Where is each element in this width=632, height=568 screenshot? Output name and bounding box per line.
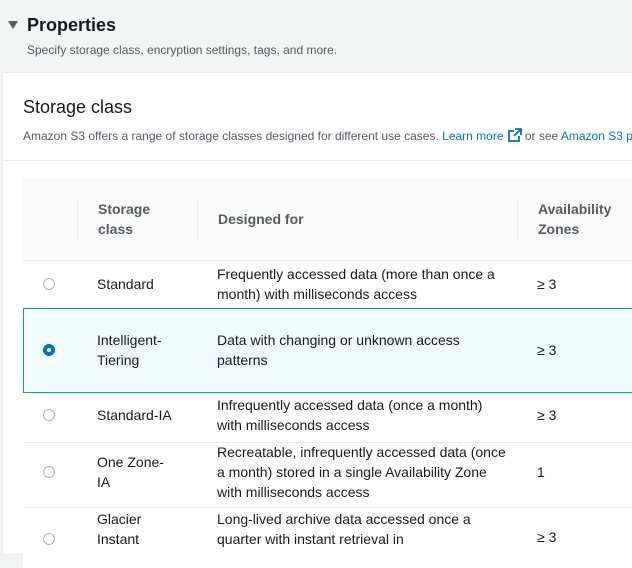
designed-for-cell: Infrequently accessed data (once a month… [217, 397, 483, 433]
availability-zones-cell: ≥ 3 [537, 407, 557, 423]
learn-more-link[interactable]: Learn more [442, 129, 503, 143]
availability-zones-cell: ≥ 3 [537, 529, 557, 545]
column-separator [197, 198, 198, 240]
storage-class-panel: Storage class Amazon S3 offers a range o… [2, 72, 632, 568]
external-link-icon[interactable] [507, 128, 522, 142]
divider [3, 160, 632, 161]
designed-for-cell: Data with changing or unknown access pat… [217, 332, 460, 368]
radio-standard-ia[interactable] [43, 409, 55, 421]
caret-down-icon[interactable] [8, 21, 18, 29]
table-row[interactable]: Standard-IA Infrequently accessed data (… [23, 394, 632, 443]
storage-class-cell: Glacier Instant [97, 511, 142, 547]
section-title: Properties [27, 15, 117, 35]
panel-title: Storage class [23, 97, 133, 117]
table-row[interactable]: One Zone-IA Recreatable, infrequently ac… [23, 443, 632, 508]
pricing-link[interactable]: Amazon S3 p [561, 129, 632, 143]
table-row[interactable]: Standard Frequently accessed data (more … [23, 261, 632, 308]
panel-description-text: Amazon S3 offers a range of storage clas… [23, 129, 443, 143]
radio-intelligent-tiering[interactable] [43, 344, 55, 356]
availability-zones-cell: 1 [537, 464, 545, 480]
or-see-text: or see [521, 129, 561, 143]
radio-standard[interactable] [43, 278, 55, 290]
panel-description: Amazon S3 offers a range of storage clas… [23, 128, 632, 143]
storage-class-cell: Standard [97, 276, 154, 292]
table-header: Storage class Designed for Availability … [23, 178, 632, 261]
availability-zones-cell: ≥ 3 [537, 342, 557, 358]
column-separator [77, 198, 78, 240]
radio-one-zone-ia[interactable] [43, 466, 55, 478]
header-storage-class: Storage class [98, 201, 151, 237]
table-row[interactable]: Glacier Instant Long-lived archive data … [23, 508, 632, 568]
availability-zones-cell: ≥ 3 [537, 276, 557, 292]
table-row-selected[interactable]: Intelligent-Tiering Data with changing o… [23, 308, 632, 393]
storage-class-cell: Intelligent-Tiering [97, 332, 162, 368]
designed-for-cell: Frequently accessed data (more than once… [217, 266, 495, 302]
designed-for-cell: Long-lived archive data accessed once a … [217, 511, 471, 547]
storage-class-cell: One Zone-IA [97, 454, 164, 490]
header-designed-for: Designed for [218, 211, 304, 227]
designed-for-cell: Recreatable, infrequently accessed data … [217, 444, 506, 500]
properties-section-header[interactable]: Properties Specify storage class, encryp… [0, 0, 632, 72]
header-availability-zones: Availability Zones [538, 201, 612, 237]
radio-glacier-instant[interactable] [43, 533, 55, 545]
storage-class-cell: Standard-IA [97, 407, 172, 423]
column-separator [517, 198, 518, 240]
section-description: Specify storage class, encryption settin… [27, 43, 338, 57]
storage-class-table: Storage class Designed for Availability … [23, 178, 632, 568]
